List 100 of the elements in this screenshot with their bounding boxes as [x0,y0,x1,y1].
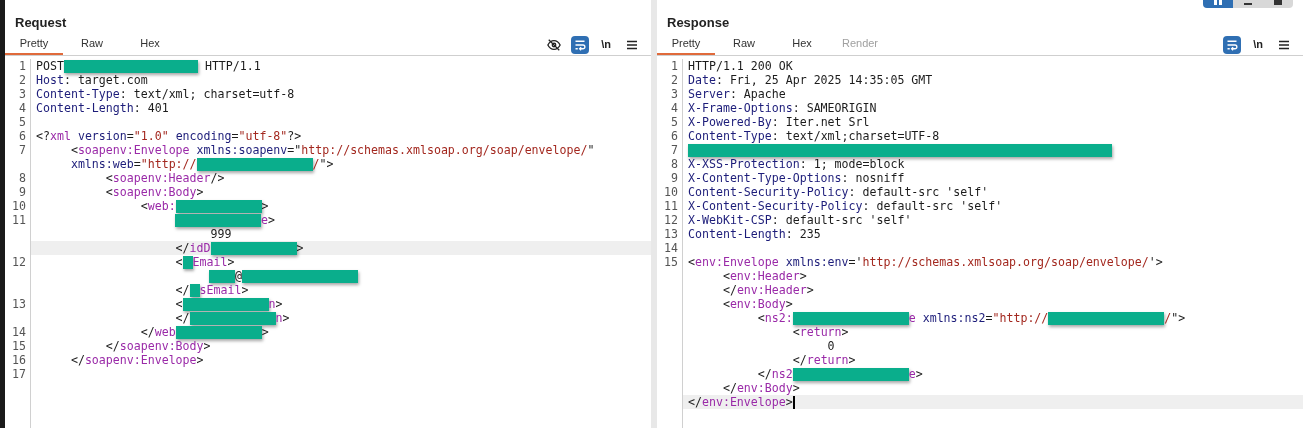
code-text: / [312,157,320,171]
tab[interactable]: Hex [773,34,831,55]
code-text: > [275,297,283,311]
newline-toggle[interactable]: \n [597,35,615,54]
code-text: env:Header [729,269,800,283]
code-text: > [799,269,807,283]
code-text: > [261,325,269,339]
code-text: X-Content-Type-Options [688,171,842,185]
code-text: 999 [209,227,232,241]
code-text: web: [147,199,176,213]
code-text: "http:// [992,311,1049,325]
code-text: HTTP/1.1 200 OK [688,59,793,73]
newline-toggle[interactable]: \n [1249,35,1267,54]
tab[interactable]: Raw [715,34,773,55]
code-text: </ [174,283,190,297]
line-number: 9 [19,185,26,199]
line-number: 6 [671,129,678,143]
code-text: : Iter.net Srl [771,115,870,129]
code-text: '> [1148,255,1163,269]
tab[interactable]: Pretty [657,34,715,55]
code-text: </ [104,339,120,353]
line-number: 4 [671,101,678,115]
code-text: : 235 [785,227,821,241]
code-text: "> [1171,311,1186,325]
code-text: http://schemas.xmlsoap.org/soap/envelope/ [301,143,588,157]
line-number: 1 [19,59,26,73]
code-text: = [231,129,239,143]
line-number: 1 [671,59,678,73]
code-text: > [296,241,304,255]
code-text: > [785,297,793,311]
panel-title: Response [667,13,730,32]
code-text: POST [36,59,64,73]
code-text: : nosniff [841,171,905,185]
code-text: > [806,283,814,297]
code-text: Content-Length [688,227,786,241]
code-text: e [261,213,268,227]
code-text: : Apache [729,87,786,101]
line-number: 7 [19,143,26,157]
line-number: 9 [671,171,678,185]
word-wrap-icon[interactable] [571,35,590,54]
code-text: return [806,353,849,367]
code-text: ns2: [764,311,793,325]
tab[interactable]: Raw [63,34,121,55]
code-text: env:Envelope [701,395,786,409]
single-view-icon [1274,0,1282,5]
code-text: X-Powered-By [688,115,772,129]
code-text: " [587,143,595,157]
tab[interactable]: Pretty [5,34,63,55]
code-text: < [791,325,800,339]
line-number: 3 [671,87,678,101]
code-text: < [721,297,730,311]
code-text: < [174,297,183,311]
code-text: / [1164,311,1172,325]
code-text: "1.0" [133,129,169,143]
code-text: > [227,255,235,269]
code-text: Content-Type [688,129,772,143]
line-number: 8 [19,171,26,185]
line-number: 13 [664,227,678,241]
code-text: =" [287,143,302,157]
code-text: > [282,311,290,325]
code-text: soapenv:Envelope [84,353,197,367]
code-text: = [126,129,134,143]
code-text: idD [189,241,211,255]
code-text: Host [36,73,64,87]
code-text: /> [210,171,225,185]
split-view-icon [1214,0,1222,5]
code-text: Content-Type [36,87,120,101]
code-text: 0 [826,339,835,353]
line-number: 6 [19,129,26,143]
code-text: Email [192,255,228,269]
panel-title: Request [15,13,67,32]
code-text: < [69,143,78,157]
redaction-bar [182,255,193,269]
tab[interactable]: Hex [121,34,179,55]
line-number: 16 [12,353,26,367]
redaction-bar [209,269,235,283]
code-text: < [756,311,765,325]
code-text: </ [69,353,85,367]
line-number: 3 [19,87,26,101]
code-text: "utf-8" [238,129,288,143]
code-text: </ [791,353,807,367]
code-text: </ [174,241,190,255]
word-wrap-icon[interactable] [1223,35,1242,54]
code-text: Date [688,73,716,87]
horizontal-split-icon [1244,1,1252,5]
code-text: </ [756,367,772,381]
line-number: 12 [12,255,26,269]
line-number: 15 [12,339,26,353]
code-text: X-Frame-Options [688,101,793,115]
code-text: ns2 [771,367,793,381]
code-text: > [241,283,249,297]
code-text: < [688,255,695,269]
line-number: 10 [664,185,678,199]
line-number: 5 [671,115,678,129]
code-text: Server [688,87,730,101]
code-text: X-Content-Security-Policy [688,199,863,213]
code-text: > [848,353,856,367]
code-text: : default-src 'self' [848,185,989,199]
line-number: 17 [12,367,26,381]
code-text: > [203,339,211,353]
